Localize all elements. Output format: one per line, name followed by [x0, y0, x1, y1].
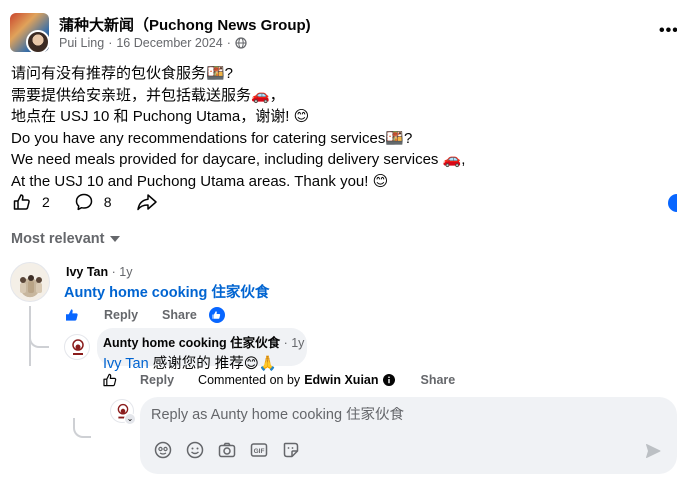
sticker-icon[interactable] [282, 441, 300, 459]
chef-logo-icon [72, 339, 84, 355]
info-icon[interactable] [382, 374, 395, 386]
emoji-icon[interactable] [186, 441, 204, 459]
post-line: 需要提供给安亲班，并包括载送服务🚗， [11, 86, 285, 104]
comment-count: 8 [103, 194, 112, 210]
reply-button[interactable]: Reply [104, 308, 138, 322]
chevron-down-icon [110, 236, 121, 242]
globe-icon [235, 37, 247, 49]
share-icon [136, 194, 157, 211]
mention-link[interactable]: Ivy Tan [103, 356, 149, 372]
group-name[interactable]: 蒲种大新闻（Puchong News Group) [59, 14, 311, 35]
comment-time[interactable]: · 1y [112, 265, 133, 279]
reply-bubble: Aunty home cooking 住家伙食 · 1y Ivy Tan 感谢您… [97, 328, 307, 372]
composer-tools: GIF [154, 441, 300, 459]
reply-input[interactable] [151, 407, 631, 423]
liked-icon[interactable] [64, 307, 80, 323]
reply-composer: GIF [140, 397, 677, 474]
post-date[interactable]: 16 December 2024 [116, 36, 222, 50]
reply-author-name[interactable]: Aunty home cooking 住家伙食 [103, 336, 280, 350]
commenter-name[interactable]: Ivy Tan · 1y [66, 265, 132, 279]
like-icon[interactable] [102, 372, 118, 388]
page-avatar[interactable] [64, 334, 90, 360]
post-line: 请问有没有推荐的包伙食服务🍱? [11, 65, 234, 82]
comment-button[interactable]: 8 [74, 192, 112, 212]
meta-separator: · [226, 36, 231, 50]
share-comment-button[interactable]: Share [162, 308, 197, 322]
post-body: 请问有没有推荐的包伙食服务🍱? 需要提供给安亲班，并包括载送服务🚗， 地点在 U… [11, 63, 465, 192]
reply-text: Ivy Tan 感谢您的 推荐😊🙏 [103, 352, 297, 373]
reply-actions: Reply Commented on by Edwin Xuian Share [102, 372, 455, 388]
comment-mention-link[interactable]: Aunty home cooking 住家伙食 [64, 281, 269, 302]
reply-time[interactable]: · 1y [284, 336, 305, 350]
comment-sort-dropdown[interactable]: Most relevant [11, 231, 121, 247]
author-avatar[interactable] [26, 30, 50, 54]
svg-text:GIF: GIF [254, 448, 265, 455]
like-count: 2 [42, 194, 50, 210]
meta-separator: · [108, 36, 113, 50]
like-reaction-badge [668, 194, 677, 212]
comment-actions: Reply Share [64, 307, 225, 323]
reply-author[interactable]: Aunty home cooking 住家伙食 · 1y [103, 332, 304, 351]
avatar-sticker-icon[interactable] [154, 441, 172, 459]
family-photo-icon [20, 275, 42, 293]
commented-on-by-label: Commented on by [198, 373, 301, 387]
like-icon [13, 194, 30, 210]
more-options-button[interactable]: ••• [659, 22, 677, 40]
post-line: 地点在 USJ 10 和 Puchong Utama，谢谢! 😊 [11, 108, 310, 125]
share-button[interactable] [136, 192, 158, 212]
like-button[interactable]: 2 [12, 192, 50, 212]
send-icon[interactable] [645, 443, 661, 459]
thread-connector [29, 326, 49, 348]
thread-connector [73, 418, 91, 438]
commenter-name-text[interactable]: Ivy Tan [66, 265, 108, 279]
camera-icon[interactable] [218, 441, 236, 459]
like-reaction-icon[interactable] [208, 307, 225, 323]
gif-icon[interactable]: GIF [250, 441, 268, 459]
post-line: Do you have any recommendations for cate… [11, 129, 413, 147]
author-name[interactable]: Pui Ling [59, 36, 104, 50]
commented-by-name[interactable]: Edwin Xuian [304, 373, 378, 387]
post-actions: 2 8 [12, 192, 182, 212]
chevron-down-icon[interactable]: ⌄ [124, 413, 136, 425]
post-meta: Pui Ling · 16 December 2024 · [59, 36, 247, 50]
reply-reply-button[interactable]: Reply [140, 373, 174, 387]
post-line: We need meals provided for daycare, incl… [11, 151, 466, 168]
reply-body: 感谢您的 推荐😊🙏 [148, 356, 277, 372]
sort-label: Most relevant [11, 231, 105, 247]
reply-share-button[interactable]: Share [421, 373, 456, 387]
comment-icon [75, 193, 93, 211]
post-line: At the USJ 10 and Puchong Utama areas. T… [11, 172, 389, 190]
commenter-avatar[interactable] [10, 262, 50, 302]
